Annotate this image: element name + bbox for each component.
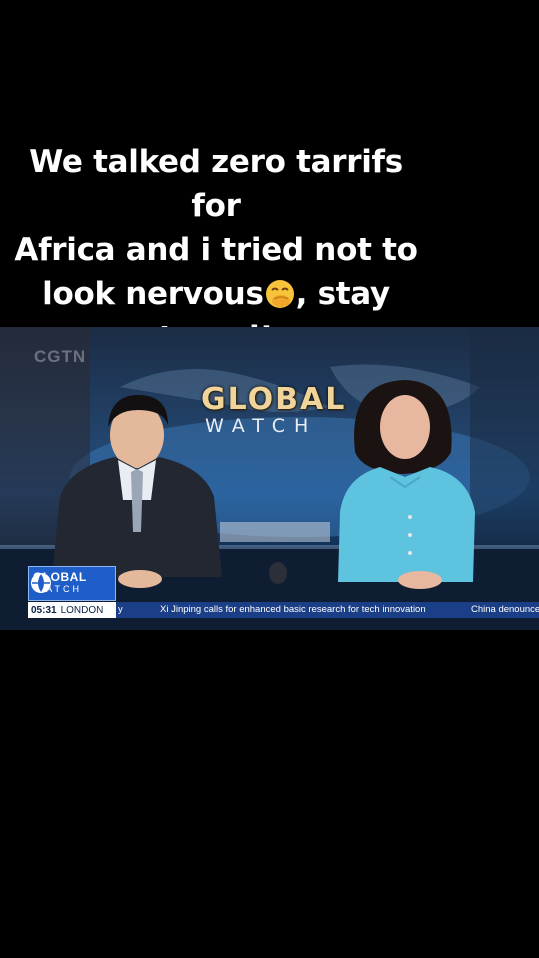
caption-line-1: We talked zero tarrifs for: [29, 144, 403, 224]
program-logo: GLOBAL WATCH: [28, 566, 116, 601]
clock-bar: 05:31 LONDON: [28, 602, 116, 618]
face-with-hand-over-mouth-icon: [265, 280, 294, 308]
ticker-previous-item: y: [118, 604, 123, 615]
ticker-next-item: China denounce: [471, 604, 539, 615]
caption-line-2: Africa and i tried not to: [14, 232, 418, 268]
backdrop-subtitle: WATCH: [205, 415, 318, 437]
news-broadcast-frame: CGTN GLOBAL WATCH GLOBAL WATCH 05:31 LON…: [0, 327, 539, 630]
backdrop-title: GLOBAL: [201, 382, 347, 417]
globe-icon: [31, 573, 51, 593]
ticker-headline: Xi Jinping calls for enhanced basic rese…: [160, 604, 426, 615]
caption-line-3-end: , stay: [295, 276, 391, 312]
clock-city: LONDON: [60, 604, 104, 616]
female-anchor-face: [380, 395, 430, 459]
caption-line-3: look nervous , stay: [0, 272, 432, 316]
channel-watermark: CGTN: [34, 347, 87, 366]
caption-line-3-text: look nervous: [42, 276, 264, 312]
news-ticker: y Xi Jinping calls for enhanced basic re…: [116, 602, 539, 618]
clock-time: 05:31: [31, 604, 57, 616]
